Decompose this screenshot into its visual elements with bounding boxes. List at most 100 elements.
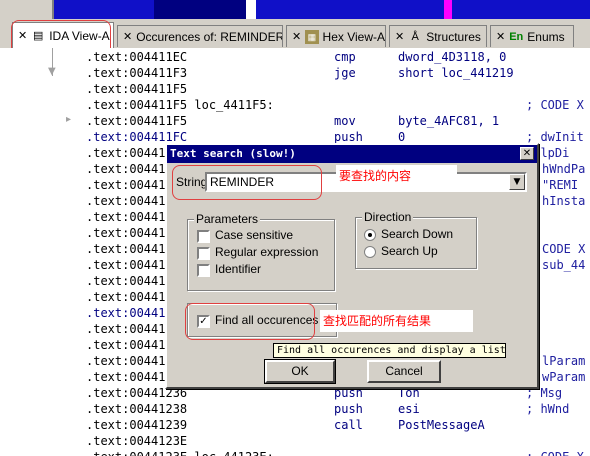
code-line[interactable]: .text:00441239 call PostMessageA (86, 417, 590, 433)
code-line[interactable]: .text:00441238 push esi ; hWnd (86, 401, 590, 417)
code-comment: ; CODE X (526, 449, 584, 456)
code-line[interactable]: .text:004411F5 loc_4411F5: ; CODE X (86, 97, 590, 113)
code-address: .text:00441 (86, 290, 166, 304)
tab-enums[interactable]: ✕ En Enums (490, 25, 574, 47)
code-address: .text:004411F5 (86, 114, 188, 128)
code-address: .text:0044123E loc_44123E: (86, 450, 274, 456)
code-line[interactable]: .text:0044123E loc_44123E: ; CODE X (86, 449, 590, 456)
code-address: .text:00441 (86, 322, 166, 336)
code-address: .text:00441 (86, 306, 166, 320)
code-address: .text:00441 (86, 194, 166, 208)
tab-label: Structures (426, 29, 481, 44)
code-comment: ; hWnd (526, 402, 570, 416)
search-up-radio[interactable] (364, 246, 376, 258)
search-down-label: Search Down (381, 227, 454, 241)
code-mnemonic: mov (334, 114, 356, 128)
code-operands: dword_4D3118, 0 (398, 50, 507, 64)
case-sensitive-checkbox[interactable] (197, 230, 210, 243)
close-icon[interactable]: ✕ (491, 30, 509, 43)
code-comment: sub_44 (542, 258, 586, 272)
case-sensitive-label: Case sensitive (215, 228, 294, 242)
code-address: .text:00441 (86, 210, 166, 224)
code-comment: ; CODE X (526, 98, 584, 112)
find-all-tooltip: Find all occurences and display a list (273, 343, 506, 358)
tab-structures[interactable]: ✕ Å Structures (389, 25, 487, 47)
annotation-note-content: 要查找的内容 (336, 165, 457, 187)
code-address: .text:00441 (86, 226, 166, 240)
code-mnemonic: cmp (334, 50, 356, 64)
code-comment: hWndPa (542, 162, 586, 176)
code-line[interactable]: .text:004411F5 (86, 81, 590, 97)
code-operands: short loc_441219 (398, 66, 514, 80)
close-icon[interactable]: ✕ (390, 30, 408, 43)
tab-label: Hex View-A (322, 29, 385, 44)
close-icon[interactable]: ✕ (287, 30, 305, 43)
code-address: .text:00441 (86, 162, 166, 176)
dialog-title: Text search (slow!) (167, 145, 537, 163)
code-mnemonic: call (334, 418, 363, 432)
annotation-box (172, 165, 322, 200)
chevron-down-icon[interactable]: ▼ (509, 174, 525, 190)
tab-hex-view-a[interactable]: ✕ ▦ Hex View-A (286, 25, 386, 47)
code-line[interactable]: .text:004411F5 mov byte_4AFC81, 1 (86, 113, 590, 129)
code-mnemonic: jge (334, 66, 356, 80)
code-operands: esi (398, 402, 420, 416)
direction-title: Direction (362, 210, 414, 224)
code-mnemonic: push (334, 402, 363, 416)
tab-occurences[interactable]: ✕ Occurences of: REMINDER (117, 25, 283, 47)
nav-band-segment (54, 0, 154, 19)
structures-icon: Å (411, 30, 419, 43)
code-operands: byte_4AFC81, 1 (398, 114, 500, 128)
regex-checkbox[interactable] (197, 247, 210, 260)
code-line[interactable]: .text:004411EC cmp dword_4D3118, 0 (86, 49, 590, 65)
hex-icon: ▦ (305, 29, 319, 44)
close-icon[interactable]: ✕ (118, 30, 136, 43)
code-address: .text:00441 (86, 338, 166, 352)
enums-icon: En (509, 30, 524, 43)
code-comment: "REMI (542, 178, 579, 192)
nav-band-highlight (246, 0, 256, 19)
code-address: .text:00441 (86, 370, 166, 384)
code-address: .text:00441 (86, 178, 166, 192)
close-icon[interactable]: ✕ (520, 147, 534, 160)
tab-label: Occurences of: REMINDER (136, 29, 283, 44)
arrow-right-icon: ▸ (66, 114, 72, 125)
code-address: .text:004411FC (86, 130, 188, 144)
code-line[interactable]: .text:004411F3 jge short loc_441219 (86, 65, 590, 81)
code-address: .text:004411F5 loc_4411F5: (86, 98, 274, 112)
annotation-box (185, 303, 315, 340)
cancel-button[interactable]: Cancel (367, 360, 441, 383)
nav-band-segment (154, 0, 246, 19)
search-up-label: Search Up (381, 244, 438, 258)
annotation-note-find-all: 查找匹配的所有结果 (320, 310, 473, 332)
arrow-down-icon: ▼ (48, 66, 56, 77)
regex-label: Regular expression (215, 245, 319, 259)
code-address: .text:00441 (86, 242, 166, 256)
code-comment: wParam (542, 370, 586, 384)
code-address: .text:00441238 (86, 402, 188, 416)
code-address: .text:0044123E (86, 434, 188, 448)
identifier-checkbox[interactable] (197, 264, 210, 277)
code-comment: lParam (542, 354, 586, 368)
parameters-title: Parameters (194, 212, 261, 226)
navigation-band[interactable] (0, 0, 590, 19)
nav-band-segment (452, 0, 590, 19)
code-address: .text:004411EC (86, 50, 188, 64)
nav-band-left (0, 0, 52, 19)
code-address: .text:00441 (86, 258, 166, 272)
nav-band-segment (256, 0, 444, 19)
code-address: .text:00441239 (86, 418, 188, 432)
nav-band-accent (444, 0, 452, 19)
code-address: .text:004411F5 (86, 82, 188, 96)
code-address: .text:00441 (86, 354, 166, 368)
code-comment: hInsta (542, 194, 586, 208)
code-line[interactable]: .text:0044123E (86, 433, 590, 449)
arrow-gutter: ▼ ▸ (0, 48, 86, 456)
direction-group: Direction (355, 210, 477, 269)
code-address: .text:00441 (86, 274, 166, 288)
code-operands: PostMessageA (398, 418, 485, 432)
search-down-radio[interactable] (364, 229, 376, 241)
tab-label: Enums (527, 29, 565, 44)
code-address: .text:004411F3 (86, 66, 188, 80)
ok-button[interactable]: OK (264, 359, 336, 384)
